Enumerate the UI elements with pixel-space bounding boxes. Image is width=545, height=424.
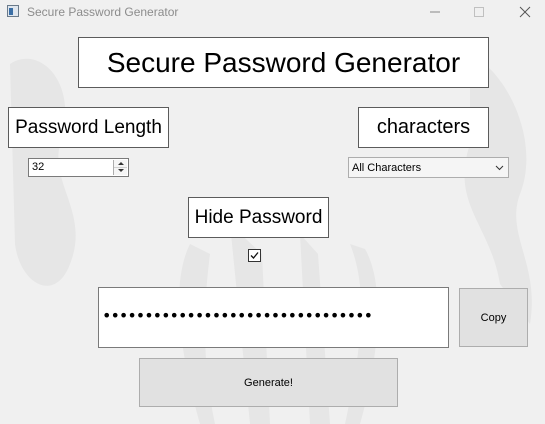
title-bar[interactable]: Secure Password Generator — [0, 0, 545, 24]
copy-button[interactable]: Copy — [459, 288, 528, 347]
characters-selected-value: All Characters — [352, 162, 422, 174]
spinbox-arrows — [113, 160, 127, 175]
window-title: Secure Password Generator — [27, 5, 179, 19]
close-button[interactable] — [502, 0, 545, 24]
hide-password-label: Hide Password — [188, 197, 329, 238]
checkmark-icon — [250, 252, 259, 259]
page-title: Secure Password Generator — [78, 37, 489, 88]
minimize-icon — [430, 11, 440, 13]
chevron-down-icon — [495, 165, 504, 171]
characters-dropdown[interactable]: All Characters — [348, 157, 509, 178]
app-icon — [7, 5, 19, 17]
generate-button[interactable]: Generate! — [139, 358, 398, 407]
arrow-up-icon — [117, 162, 124, 165]
minimize-button[interactable] — [412, 0, 458, 24]
spin-down-button[interactable] — [114, 167, 127, 174]
password-length-value[interactable]: 32 — [32, 161, 44, 173]
password-length-label: Password Length — [8, 107, 169, 148]
password-length-spinbox[interactable]: 32 — [28, 158, 129, 177]
app-window: Secure Password Generator Secure Passwor… — [0, 0, 545, 424]
hide-password-checkbox[interactable] — [248, 249, 261, 262]
characters-label: characters — [358, 107, 489, 148]
password-output-field[interactable]: •••••••••••••••••••••••••••••••• — [98, 287, 449, 348]
maximize-icon — [474, 7, 484, 17]
password-value: •••••••••••••••••••••••••••••••• — [102, 306, 373, 325]
close-icon — [519, 6, 531, 18]
maximize-button[interactable] — [456, 0, 502, 24]
arrow-down-icon — [117, 169, 124, 172]
